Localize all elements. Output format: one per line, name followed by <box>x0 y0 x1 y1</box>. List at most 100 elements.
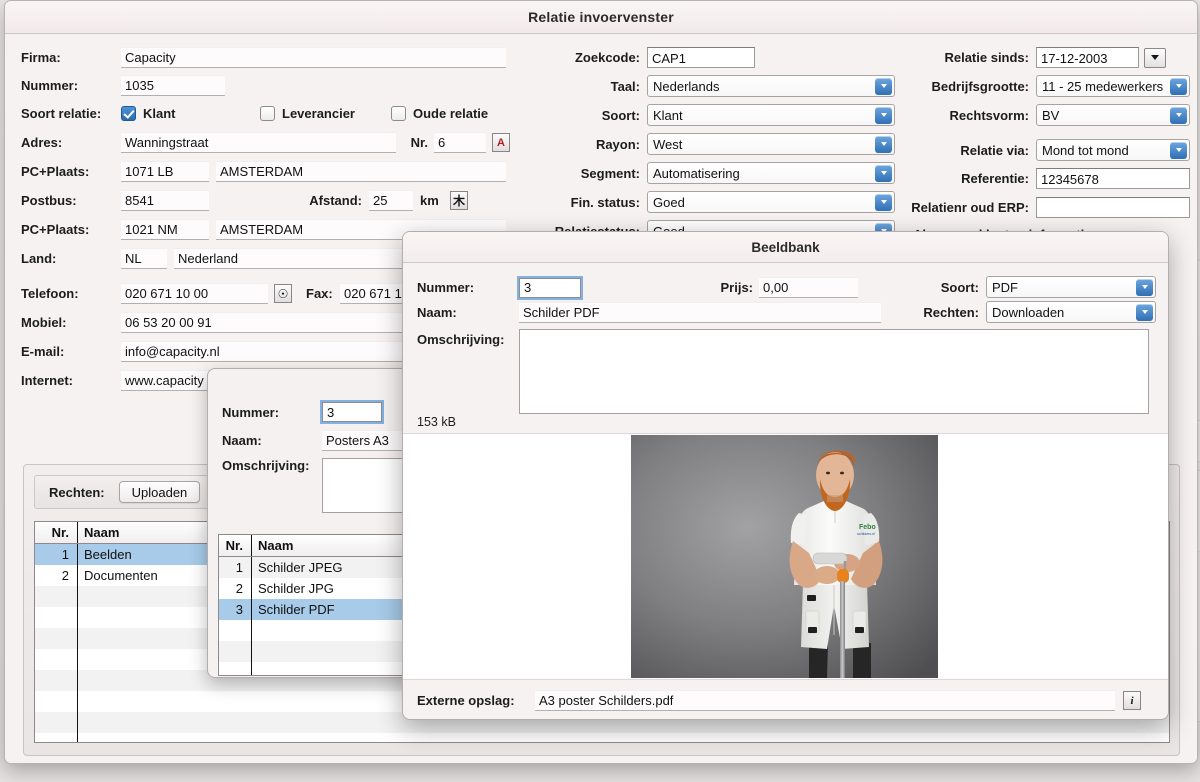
posters-grid-header: Nr. Naam <box>219 535 413 557</box>
beeldbank-filesize: 153 kB <box>417 415 456 429</box>
table-row-empty[interactable] <box>35 733 1169 742</box>
chevron-down-icon[interactable] <box>875 193 892 211</box>
combo-soort[interactable]: Klant <box>647 104 895 126</box>
checkbox-leverancier[interactable] <box>260 106 275 121</box>
label-segment: Segment: <box>580 165 640 181</box>
posters-row-omschrijving: Omschrijving: <box>222 458 413 513</box>
label-referentie: Referentie: <box>961 171 1029 186</box>
beeldbank-input-prijs[interactable]: 0,00 <box>759 277 858 298</box>
field-row-nummer: Nummer: 1035 <box>21 75 321 96</box>
table-row[interactable]: 3 Schilder PDF <box>219 599 413 620</box>
chevron-down-icon[interactable] <box>875 135 892 153</box>
address-validate-icon[interactable]: A <box>492 133 510 152</box>
chevron-down-icon[interactable] <box>1136 303 1153 321</box>
field-row-bedrijfsgrootte: Bedrijfsgrootte: 11 - 25 medewerkers <box>905 75 1190 97</box>
beeldbank-combo-soort[interactable]: PDF <box>986 276 1156 298</box>
combo-rechtsvorm[interactable]: BV <box>1036 104 1190 126</box>
combo-segment[interactable]: Automatisering <box>647 162 895 184</box>
field-row-rayon: Rayon: West <box>545 133 945 155</box>
input-referentie[interactable]: 12345678 <box>1036 168 1190 189</box>
field-row-soort-relatie: Soort relatie: Klant Leverancier Oude re… <box>21 103 516 124</box>
table-row[interactable]: 2 Schilder JPG <box>219 578 413 599</box>
table-row-empty[interactable] <box>219 662 413 675</box>
field-row-postbus: Postbus: 8541 Afstand: 25 km 木 <box>21 190 516 211</box>
input-postbus[interactable]: 8541 <box>121 190 209 211</box>
distance-map-icon[interactable]: 木 <box>450 191 468 210</box>
input-zoekcode[interactable]: CAP1 <box>647 47 755 68</box>
combo-segment-value: Automatisering <box>653 165 740 181</box>
label-soort: Soort: <box>601 107 640 123</box>
chevron-down-icon[interactable] <box>1170 141 1187 159</box>
phone-dial-icon[interactable]: ☉ <box>274 284 292 303</box>
cell-naam: Schilder JPEG <box>251 557 413 578</box>
label-adres: Adres: <box>21 135 63 150</box>
main-window-titlebar: Relatie invoervenster <box>5 1 1197 34</box>
combo-relatie-via[interactable]: Mond tot mond <box>1036 139 1190 161</box>
posters-input-omschrijving[interactable] <box>322 458 413 513</box>
dialog-posters-a3: Nummer: 3 Naam: Posters A3 Omschrijving:… <box>207 368 414 678</box>
posters-label-naam: Naam: <box>222 433 262 448</box>
input-nummer[interactable]: 1035 <box>121 75 225 96</box>
label-bedrijfsgrootte: Bedrijfsgrootte: <box>931 78 1030 94</box>
info-icon[interactable]: i <box>1123 691 1141 710</box>
field-row-rechtsvorm: Rechtsvorm: BV <box>905 104 1190 126</box>
beeldbank-input-nummer[interactable]: 3 <box>519 277 581 298</box>
combo-bedrijfsgrootte-value: 11 - 25 medewerkers <box>1042 78 1164 94</box>
label-land: Land: <box>21 251 57 266</box>
label-firma: Firma: <box>21 50 61 65</box>
label-postbus: Postbus: <box>21 193 77 208</box>
input-postcode-2[interactable]: 1021 NM <box>121 219 209 240</box>
beeldbank-input-externe-opslag[interactable]: A3 poster Schilders.pdf <box>535 690 1115 711</box>
combo-rayon[interactable]: West <box>647 133 895 155</box>
cell-naam <box>251 641 413 662</box>
posters-input-nummer[interactable]: 3 <box>322 402 382 422</box>
combo-bedrijfsgrootte[interactable]: 11 - 25 medewerkers <box>1036 75 1190 97</box>
upload-button[interactable]: Uploaden <box>118 481 201 503</box>
table-row[interactable]: 1 Schilder JPEG <box>219 557 413 578</box>
table-row-empty[interactable] <box>219 641 413 662</box>
beeldbank-input-naam[interactable]: Schilder PDF <box>519 302 881 323</box>
input-relatie-sinds[interactable]: 17-12-2003 <box>1036 47 1139 68</box>
beeldbank-label-naam: Naam: <box>417 305 457 320</box>
combo-fin-status[interactable]: Goed <box>647 191 895 213</box>
label-internet: Internet: <box>21 373 73 388</box>
combo-taal[interactable]: Nederlands <box>647 75 895 97</box>
chevron-down-icon[interactable] <box>875 77 892 95</box>
posters-grid-rows: 1 Schilder JPEG 2 Schilder JPG 3 Schilder PDF <box>219 557 413 675</box>
cell-nr <box>35 691 77 712</box>
input-postcode-1[interactable]: 1071 LB <box>121 161 209 182</box>
posters-input-naam[interactable]: Posters A3 <box>322 430 413 451</box>
posters-grid[interactable]: Nr. Naam 1 Schilder JPEG 2 Schilder JPG 3 Sch… <box>218 534 413 676</box>
cell-naam: Schilder JPG <box>251 578 413 599</box>
input-telefoon[interactable]: 020 671 10 00 <box>121 283 268 304</box>
beeldbank-combo-rechten[interactable]: Downloaden <box>986 301 1156 323</box>
input-afstand[interactable]: 25 <box>369 190 413 211</box>
input-landcode[interactable]: NL <box>121 248 167 269</box>
label-zoekcode: Zoekcode: <box>574 50 640 65</box>
input-relatienr-oud-erp[interactable] <box>1036 197 1190 218</box>
beeldbank-label-externe-opslag: Externe opslag: <box>417 693 515 708</box>
table-row-empty[interactable] <box>219 620 413 641</box>
input-plaats-1[interactable]: AMSTERDAM <box>216 161 506 182</box>
chevron-down-icon[interactable] <box>875 106 892 124</box>
beeldbank-image-preview: Febo schilders.nl <box>403 433 1168 680</box>
chevron-down-icon[interactable] <box>1170 106 1187 124</box>
checkbox-oude-relatie[interactable] <box>391 106 406 121</box>
chevron-down-icon[interactable] <box>1136 278 1153 296</box>
input-firma[interactable]: Capacity <box>121 47 506 68</box>
label-pcplaats-2: PC+Plaats: <box>21 222 90 237</box>
label-taal: Taal: <box>610 78 640 94</box>
label-rechtsvorm: Rechtsvorm: <box>949 107 1029 123</box>
chevron-down-icon[interactable] <box>875 164 892 182</box>
beeldbank-input-omschrijving[interactable] <box>519 329 1149 414</box>
label-afstand: Afstand: <box>309 193 362 208</box>
input-adres[interactable]: Wanningstraat <box>121 132 396 153</box>
field-row-referentie: Referentie: 12345678 <box>905 168 1190 189</box>
cell-nr <box>35 670 77 691</box>
checkbox-klant[interactable] <box>121 106 136 121</box>
date-dropdown-button[interactable] <box>1144 47 1166 68</box>
chevron-down-icon[interactable] <box>1170 77 1187 95</box>
cell-nr <box>35 628 77 649</box>
input-adres-nr[interactable]: 6 <box>434 132 486 153</box>
posters-row-naam: Naam: Posters A3 <box>222 430 413 451</box>
